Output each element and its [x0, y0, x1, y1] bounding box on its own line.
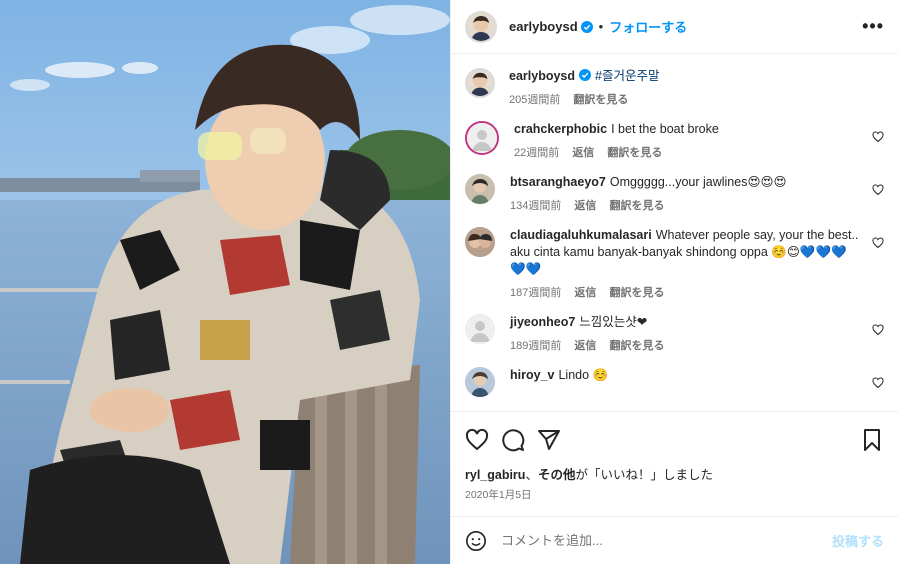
verified-badge-icon: [579, 69, 592, 81]
comment-row: jiyeonheo7 느낌있는샷❤ 189週間前 返信 翻訳を見る: [465, 314, 884, 353]
post-actions: ryl_gabiru、その他が「いいね！」しました 2020年1月5日: [451, 411, 898, 502]
comment-time[interactable]: 22週間前: [514, 147, 559, 159]
header-separator: •: [598, 19, 604, 34]
header-avatar-ring[interactable]: [465, 10, 497, 43]
likes-separator: 、: [525, 468, 538, 482]
avatar-image: [467, 12, 495, 41]
avatar[interactable]: [465, 227, 495, 257]
comment-username[interactable]: crahckerphobic: [514, 122, 607, 136]
comment-text: I bet the boat broke: [611, 122, 719, 136]
comment-time[interactable]: 189週間前: [510, 340, 561, 352]
see-translation-button[interactable]: 翻訳を見る: [609, 200, 664, 212]
caption-username[interactable]: earlyboysd: [509, 69, 575, 83]
avatar-image: [465, 174, 495, 204]
see-translation-button[interactable]: 翻訳を見る: [609, 340, 664, 352]
see-translation-button[interactable]: 翻訳を見る: [573, 94, 628, 106]
bookmark-save-icon[interactable]: [860, 428, 884, 452]
comments-list[interactable]: earlyboysd #즐거운주말 205週間前 翻訳を見る crahckerp…: [451, 54, 898, 411]
caption-time[interactable]: 205週間前: [509, 94, 560, 106]
post-panel: earlyboysd • フォローする ••• earlyboysd #즐거운주…: [450, 0, 898, 564]
comment-row: claudiagaluhkumalasari Whatever people sa…: [465, 227, 884, 300]
post-comment-button[interactable]: 投稿する: [832, 531, 884, 550]
emoji-icon[interactable]: [465, 530, 487, 552]
avatar[interactable]: [465, 314, 495, 344]
comment-text: Lindo ☺️: [558, 368, 609, 382]
comment-row: hiroy_v Lindo ☺️: [465, 367, 884, 397]
comment-username[interactable]: jiyeonheo7: [510, 315, 575, 329]
verified-badge-icon: [580, 20, 593, 33]
avatar-image: [465, 367, 495, 397]
comment-username[interactable]: claudiagaluhkumalasari: [510, 228, 652, 242]
comment-username[interactable]: hiroy_v: [510, 368, 554, 382]
comment-row: btsaranghaeyo7 Omggggg...your jawlines😍😍😍…: [465, 174, 884, 213]
like-comment-heart-icon[interactable]: [872, 184, 884, 196]
comment-text: Omggggg...your jawlines😍😍😍: [609, 175, 787, 189]
comment-time[interactable]: 187週間前: [510, 287, 561, 299]
default-avatar-icon: [465, 314, 495, 344]
avatar[interactable]: [467, 70, 493, 96]
like-comment-heart-icon[interactable]: [872, 377, 884, 389]
like-comment-heart-icon[interactable]: [872, 237, 884, 249]
reply-button[interactable]: 返信: [574, 287, 596, 299]
liker-username[interactable]: ryl_gabiru: [465, 468, 525, 482]
likes-summary: ryl_gabiru、その他が「いいね！」しました: [465, 464, 884, 483]
comment-row: crahckerphobic I bet the boat broke 22週間前…: [465, 121, 884, 160]
likes-suffix: が「いいね！」しました: [575, 468, 713, 482]
share-paper-plane-icon[interactable]: [537, 428, 561, 452]
avatar[interactable]: [465, 174, 495, 204]
like-comment-heart-icon[interactable]: [872, 131, 884, 143]
comment-text: 느낌있는샷❤: [579, 315, 648, 329]
like-heart-icon[interactable]: [465, 428, 489, 452]
avatar[interactable]: [465, 121, 499, 155]
post-photo[interactable]: [0, 0, 450, 564]
comment-input[interactable]: [501, 533, 832, 548]
avatar[interactable]: [467, 12, 495, 41]
reply-button[interactable]: 返信: [574, 340, 596, 352]
comment-username[interactable]: btsaranghaeyo7: [510, 175, 606, 189]
default-avatar-icon: [467, 123, 497, 153]
see-translation-button[interactable]: 翻訳を見る: [609, 287, 664, 299]
comment-time[interactable]: 134週間前: [510, 200, 561, 212]
likes-others-link[interactable]: その他: [538, 468, 576, 482]
follow-button[interactable]: フォローする: [609, 17, 687, 36]
avatar-image: [465, 227, 495, 257]
post-modal: earlyboysd • フォローする ••• earlyboysd #즐거운주…: [0, 0, 898, 564]
header-username[interactable]: earlyboysd: [509, 19, 578, 34]
comment-bubble-icon[interactable]: [501, 428, 525, 452]
avatar[interactable]: [465, 367, 495, 397]
caption: earlyboysd #즐거운주말 205週間前 翻訳を見る: [465, 68, 884, 107]
like-comment-heart-icon[interactable]: [872, 324, 884, 336]
caption-hashtag[interactable]: #즐거운주말: [595, 69, 659, 83]
more-options-button[interactable]: •••: [862, 16, 884, 37]
avatar-image: [467, 70, 493, 96]
post-date[interactable]: 2020年1月5日: [465, 487, 884, 502]
photo-illustration: [0, 0, 450, 564]
post-header: earlyboysd • フォローする •••: [451, 0, 898, 54]
reply-button[interactable]: 返信: [574, 200, 596, 212]
see-translation-button[interactable]: 翻訳を見る: [607, 147, 662, 159]
add-comment-bar: 投稿する: [451, 516, 898, 564]
action-icons: [465, 420, 884, 460]
caption-avatar-ring[interactable]: [465, 68, 495, 98]
reply-button[interactable]: 返信: [572, 147, 594, 159]
